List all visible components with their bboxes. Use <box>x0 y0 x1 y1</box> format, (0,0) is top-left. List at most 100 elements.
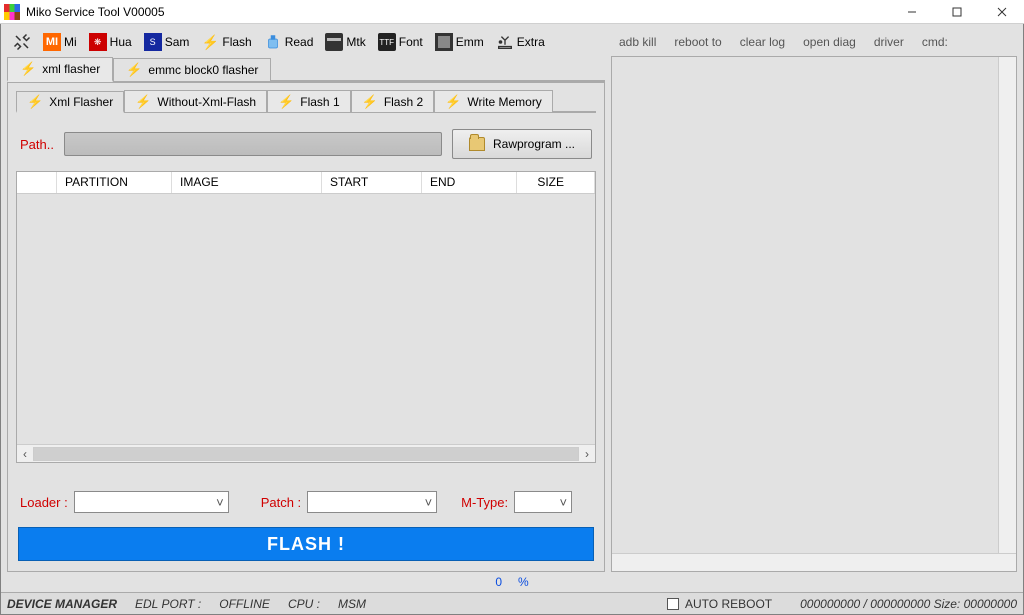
mi-button[interactable]: MI Mi <box>37 29 83 55</box>
sam-label: Sam <box>165 35 190 49</box>
auto-reboot-checkbox[interactable]: AUTO REBOOT <box>667 597 772 611</box>
table-header-end[interactable]: END <box>422 172 517 193</box>
flash-button[interactable]: FLASH ! <box>18 527 594 561</box>
right-toolbar: adb kill reboot to clear log open diag d… <box>611 28 1017 56</box>
subtab-flash2[interactable]: ⚡ Flash 2 <box>351 90 435 112</box>
log-panel[interactable] <box>611 56 1017 572</box>
emmc-icon <box>435 33 453 51</box>
table-header-spacer <box>17 172 57 193</box>
maximize-button[interactable] <box>934 0 979 24</box>
mi-icon: MI <box>43 33 61 51</box>
mtype-combo[interactable]: ˅ <box>514 491 572 513</box>
rawprogram-label: Rawprogram ... <box>493 137 575 151</box>
read-button[interactable]: Read <box>258 29 320 55</box>
scroll-left-icon[interactable]: ‹ <box>17 446 33 462</box>
progress-row: 0 % <box>1 572 1023 592</box>
tab-emmc-block0[interactable]: ⚡ emmc block0 flasher <box>113 58 271 81</box>
huawei-button[interactable]: ❋ Hua <box>83 29 138 55</box>
flasher-tabs: ⚡ xml flasher ⚡ emmc block0 flasher <box>7 58 605 82</box>
patch-label: Patch : <box>261 495 301 510</box>
subtab-flash1[interactable]: ⚡ Flash 1 <box>267 90 351 112</box>
size-status: 000000000 / 000000000 Size: 00000000 <box>800 597 1017 611</box>
bolt-icon: ⚡ <box>126 62 142 78</box>
titlebar: Miko Service Tool V00005 <box>0 0 1024 24</box>
table-header: PARTITION IMAGE START END SIZE <box>17 172 595 194</box>
cpu-label: CPU : <box>288 597 320 611</box>
flasher-panel: ⚡ Xml Flasher ⚡ Without-Xml-Flash ⚡ Flas… <box>7 82 605 572</box>
subtab-without-xml-label: Without-Xml-Flash <box>157 95 256 109</box>
subtab-write-memory[interactable]: ⚡ Write Memory <box>434 90 553 112</box>
read-label: Read <box>285 35 314 49</box>
device-manager-link[interactable]: DEVICE MANAGER <box>7 597 117 611</box>
bolt-icon: ⚡ <box>20 61 36 77</box>
subtab-xml-flasher-label: Xml Flasher <box>49 95 113 109</box>
table-header-partition[interactable]: PARTITION <box>57 172 172 193</box>
progress-value: 0 <box>495 575 502 589</box>
table-header-start[interactable]: START <box>322 172 422 193</box>
link-reboot-to[interactable]: reboot to <box>674 35 721 49</box>
bolt-icon: ⚡ <box>362 94 378 110</box>
font-button[interactable]: TTF Font <box>372 29 429 55</box>
extra-label: Extra <box>517 35 545 49</box>
flash-tb-button[interactable]: ⚡ Flash <box>195 29 257 55</box>
loader-combo[interactable]: ˅ <box>74 491 229 513</box>
mtk-button[interactable]: Mtk <box>319 29 371 55</box>
flash-label: Flash <box>222 35 251 49</box>
samsung-icon: S <box>144 33 162 51</box>
samsung-button[interactable]: S Sam <box>138 29 196 55</box>
checkbox-icon <box>667 598 679 610</box>
path-label: Path.. <box>20 137 54 152</box>
patch-combo[interactable]: ˅ <box>307 491 437 513</box>
folder-icon <box>469 137 485 151</box>
log-vscroll[interactable] <box>998 57 1016 553</box>
subtab-flash2-label: Flash 2 <box>384 95 423 109</box>
mtk-label: Mtk <box>346 35 365 49</box>
app-icon <box>4 4 20 20</box>
partition-table: PARTITION IMAGE START END SIZE ‹ › <box>16 171 596 463</box>
log-hscroll[interactable] <box>612 553 1016 571</box>
scroll-right-icon[interactable]: › <box>579 446 595 462</box>
emmc-button[interactable]: Emm <box>429 29 490 55</box>
extra-button[interactable]: Extra <box>490 29 551 55</box>
table-header-size[interactable]: SIZE <box>517 172 595 193</box>
link-clear-log[interactable]: clear log <box>740 35 785 49</box>
mi-label: Mi <box>64 35 77 49</box>
window-title: Miko Service Tool V00005 <box>26 5 165 19</box>
cpu-value: MSM <box>338 597 366 611</box>
chevron-down-icon: ˅ <box>216 495 224 510</box>
rawprogram-button[interactable]: Rawprogram ... <box>452 129 592 159</box>
edl-port-label: EDL PORT : <box>135 597 201 611</box>
subtab-flash1-label: Flash 1 <box>300 95 339 109</box>
tab-xml-flasher[interactable]: ⚡ xml flasher <box>7 57 113 82</box>
mtk-icon <box>325 33 343 51</box>
main-toolbar: MI Mi ❋ Hua S Sam ⚡ Flash <box>7 28 605 56</box>
minimize-button[interactable] <box>889 0 934 24</box>
bolt-icon: ⚡ <box>278 94 294 110</box>
table-body[interactable] <box>17 194 595 444</box>
tools-button[interactable] <box>7 29 37 55</box>
tab-xml-flasher-label: xml flasher <box>42 62 100 76</box>
font-icon: TTF <box>378 33 396 51</box>
read-icon <box>264 33 282 51</box>
path-row: Path.. Rawprogram ... <box>16 119 596 165</box>
subtab-without-xml[interactable]: ⚡ Without-Xml-Flash <box>124 90 267 112</box>
chevron-down-icon: ˅ <box>425 495 433 510</box>
link-cmd[interactable]: cmd: <box>922 35 948 49</box>
link-driver[interactable]: driver <box>874 35 904 49</box>
auto-reboot-label: AUTO REBOOT <box>685 597 772 611</box>
loader-label: Loader : <box>20 495 68 510</box>
path-input[interactable] <box>64 132 442 156</box>
link-adb-kill[interactable]: adb kill <box>619 35 656 49</box>
subtab-write-memory-label: Write Memory <box>467 95 541 109</box>
close-button[interactable] <box>979 0 1024 24</box>
extra-icon <box>496 33 514 51</box>
subtab-xml-flasher[interactable]: ⚡ Xml Flasher <box>16 91 124 113</box>
wrench-icon <box>13 33 31 51</box>
chevron-down-icon: ˅ <box>560 495 568 510</box>
progress-unit: % <box>518 575 529 589</box>
table-hscroll[interactable]: ‹ › <box>17 444 595 462</box>
link-open-diag[interactable]: open diag <box>803 35 856 49</box>
flash-icon: ⚡ <box>201 33 219 51</box>
table-header-image[interactable]: IMAGE <box>172 172 322 193</box>
font-label: Font <box>399 35 423 49</box>
